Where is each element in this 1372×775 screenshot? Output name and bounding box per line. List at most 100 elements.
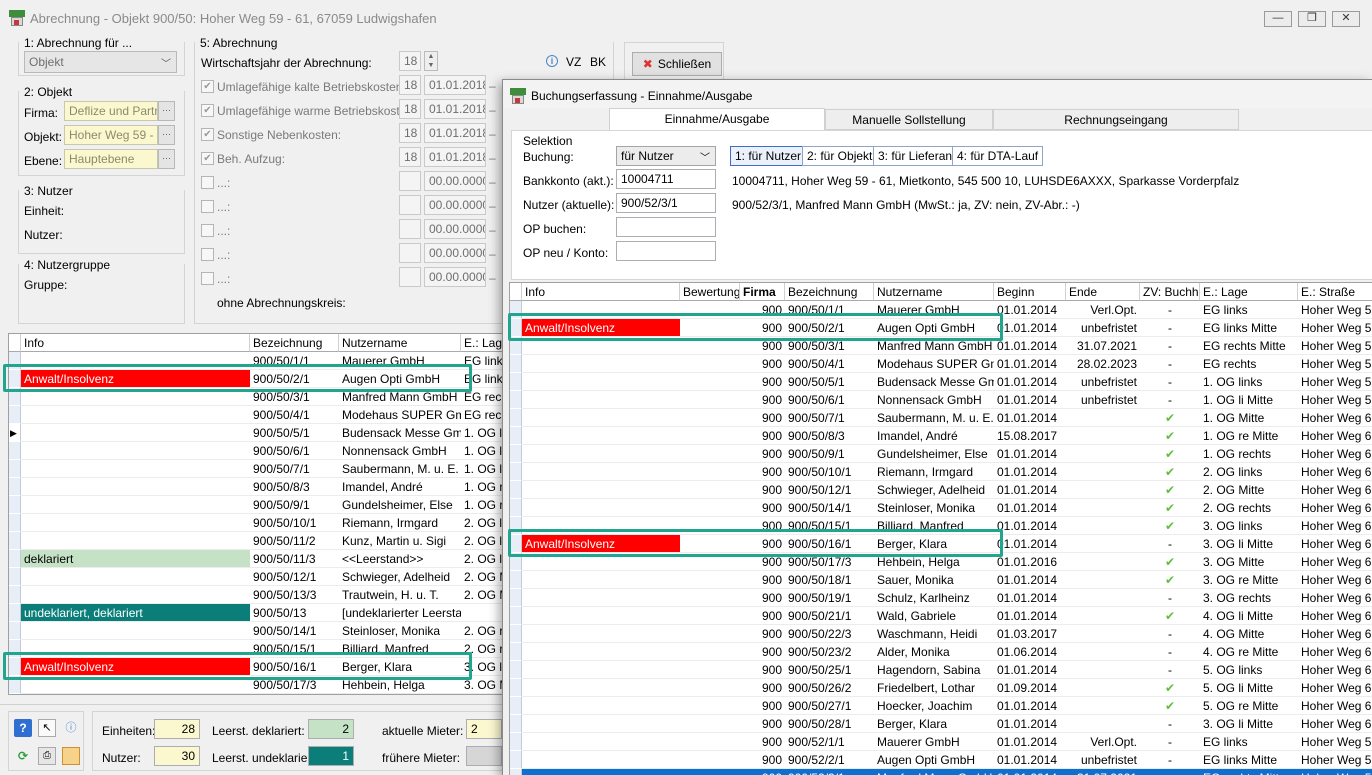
objekt-field[interactable]: Hoher Weg 59 - 61	[64, 125, 158, 145]
line-number-field[interactable]: 18	[399, 123, 421, 143]
table-row[interactable]: 900 900/50/10/1 Riemann, Irmgard 01.01.2014…	[510, 463, 1372, 481]
abrechnung-fuer-select[interactable]: Objekt ﹀	[24, 51, 177, 73]
ebene-field[interactable]: Hauptebene	[64, 149, 158, 169]
line-checkbox[interactable]: ✔	[201, 152, 214, 165]
line-date-field[interactable]: 00.00.0000	[424, 243, 486, 263]
line-checkbox[interactable]	[201, 248, 214, 261]
print-icon[interactable]: ⎙	[38, 747, 56, 765]
cursor-icon[interactable]: ↖	[38, 719, 56, 737]
table-row[interactable]: deklariert 900/50/11/3 <<Leerstand>> 2. OG …	[9, 550, 512, 568]
table-row[interactable]: 900/50/13/3Trautwein, H. u. T.2. OG Mitt…	[9, 586, 512, 604]
table-row[interactable]: 900 900/50/27/1 Hoecker, Joachim 01.01.2014…	[510, 697, 1372, 715]
table-row[interactable]: 900/50/10/1Riemann, Irmgard2. OG links	[9, 514, 512, 532]
column-header-ende[interactable]: Ende	[1066, 283, 1140, 301]
table-row[interactable]: 900 900/50/14/1 Steinloser, Monika 01.01.20…	[510, 499, 1372, 517]
table-row[interactable]: 900/50/6/1Nonnensack GmbH1. OG li Mitte	[9, 442, 512, 460]
link-fuer-dta-lauf[interactable]: 4: für DTA-Lauf	[952, 146, 1044, 166]
line-number-field[interactable]: 18	[399, 99, 421, 119]
tab-einnahme-ausgabe[interactable]: Einnahme/Ausgabe	[609, 108, 825, 131]
table-row[interactable]: 900900/50/5/1Budensack Messe GmbH01.01.2…	[510, 373, 1372, 391]
line-checkbox[interactable]	[201, 224, 214, 237]
table-row[interactable]: 900 900/50/18/1 Sauer, Monika 01.01.2014 ✔ 3.…	[510, 571, 1372, 589]
line-checkbox[interactable]: ✔	[201, 104, 214, 117]
table-row[interactable]: 900 900/50/23/2 Alder, Monika 01.06.2014 -4.…	[510, 643, 1372, 661]
export-icon[interactable]	[62, 747, 80, 765]
tab-rechnungseingang[interactable]: Rechnungseingang	[993, 109, 1239, 130]
line-number-field[interactable]	[399, 243, 421, 263]
line-date-field[interactable]: 01.01.2018	[424, 147, 486, 167]
column-header-info[interactable]: Info	[21, 334, 250, 352]
table-row[interactable]: 900/50/7/1Saubermann, M. u. E.1. OG li M…	[9, 460, 512, 478]
info-small-icon[interactable]: ⓘ	[62, 719, 80, 737]
line-number-field[interactable]	[399, 195, 421, 215]
table-row[interactable]: 900 900/50/25/1 Hagendorn, Sabina 01.01.201…	[510, 661, 1372, 679]
line-number-field[interactable]	[399, 171, 421, 191]
line-date-field[interactable]: 00.00.0000	[424, 219, 486, 239]
column-header-firma[interactable]: Firma	[740, 283, 785, 301]
table-row[interactable]: ▶900/50/5/1Budensack Messe GmbH1. OG lin…	[9, 424, 512, 442]
column-header-name[interactable]: Nutzername	[339, 334, 461, 352]
line-date-field[interactable]: 01.01.2018	[424, 75, 486, 95]
table-row[interactable]: 900 900/50/19/1 Schulz, Karlheinz 01.01.201…	[510, 589, 1372, 607]
objekt-picker-button[interactable]: ···	[158, 125, 175, 145]
line-date-field[interactable]: 01.01.2018	[424, 123, 486, 143]
column-header-beginn[interactable]: Beginn	[994, 283, 1066, 301]
firma-field[interactable]: Deflize und Partne	[64, 101, 158, 121]
link-fuer-lieferant[interactable]: 3: für Lieferant	[873, 146, 961, 166]
buchung-select[interactable]: für Nutzer ﹀	[616, 146, 716, 166]
line-checkbox[interactable]	[201, 272, 214, 285]
nutzer-aktuell-field[interactable]: 900/52/3/1	[616, 193, 716, 213]
table-row[interactable]: 900900/50/4/1Modehaus SUPER Gmbl01.01.20…	[510, 355, 1372, 373]
link-fuer-nutzer[interactable]: 1: für Nutzer	[730, 146, 807, 166]
table-row[interactable]: 900 900/52/1/1 Mauerer GmbH 01.01.2014 Verl.…	[510, 733, 1372, 751]
table-row[interactable]: 900/50/14/1Steinloser, Monika2. OG recht…	[9, 622, 512, 640]
table-row[interactable]: 900 900/50/21/1 Wald, Gabriele 01.01.2014 ✔ 4…	[510, 607, 1372, 625]
close-window-button[interactable]: ✕	[1332, 11, 1360, 27]
column-header-zv[interactable]: ZV: Buchh.	[1140, 283, 1200, 301]
wirtschaftsjahr-field[interactable]: 18	[399, 51, 421, 71]
table-row[interactable]: 900 900/50/8/3 Imandel, André 15.08.2017 ✔ 1.…	[510, 427, 1372, 445]
column-header-lage[interactable]: E.: Lage	[1200, 283, 1298, 301]
restore-button[interactable]: ❐	[1298, 11, 1326, 27]
table-row[interactable]: undeklariert, deklariert 900/50/13 [undekl…	[9, 604, 512, 622]
line-number-field[interactable]: 18	[399, 75, 421, 95]
op-buchen-field[interactable]	[616, 217, 716, 237]
column-header-bew[interactable]: Bewertung	[680, 283, 740, 301]
table-row[interactable]: 900/50/9/1Gundelsheimer, Else1. OG recht…	[9, 496, 512, 514]
line-date-field[interactable]: 00.00.0000	[424, 195, 486, 215]
table-row[interactable]: 900 900/50/12/1 Schwieger, Adelheid 01.01.2…	[510, 481, 1372, 499]
line-number-field[interactable]: 18	[399, 147, 421, 167]
table-row[interactable]: 900/50/8/3Imandel, André1. OG re Mitte	[9, 478, 512, 496]
line-checkbox[interactable]: ✔	[201, 128, 214, 141]
ebene-picker-button[interactable]: ···	[158, 149, 175, 169]
table-row[interactable]: 900/50/11/2Kunz, Martin u. Sigi2. OG li …	[9, 532, 512, 550]
table-row[interactable]: 900 900/50/7/1 Saubermann, M. u. E. 01.01.2…	[510, 409, 1372, 427]
table-row[interactable]: 900900/52/3/1Manfred Mann GmbH01.01.2014…	[510, 769, 1372, 775]
tab-manuelle-sollstellung[interactable]: Manuelle Sollstellung	[825, 109, 993, 130]
column-header-str[interactable]: E.: Straße	[1298, 283, 1372, 301]
help-icon[interactable]: ?	[14, 719, 32, 737]
op-neu-field[interactable]	[616, 241, 716, 261]
table-row[interactable]: 900 900/50/26/2 Friedelbert, Lothar 01.09.2…	[510, 679, 1372, 697]
line-date-field[interactable]: 01.01.2018	[424, 99, 486, 119]
table-row[interactable]: 900/50/12/1Schwieger, Adelheid2. OG Mitt…	[9, 568, 512, 586]
info-icon[interactable]: i	[546, 55, 558, 67]
table-row[interactable]: 900/50/4/1 Modehaus SUPER Gmb EG rechts	[9, 406, 512, 424]
table-row[interactable]: 900 900/52/2/1 Augen Opti GmbH 01.01.2014 un…	[510, 751, 1372, 769]
line-checkbox[interactable]	[201, 200, 214, 213]
table-row[interactable]: 900 900/50/6/1 Nonnensack GmbH 01.01.2014 un…	[510, 391, 1372, 409]
column-header-bez[interactable]: Bezeichnung	[785, 283, 874, 301]
refresh-icon[interactable]: ⟳	[14, 747, 32, 765]
line-date-field[interactable]: 00.00.0000	[424, 267, 486, 287]
line-number-field[interactable]	[399, 267, 421, 287]
bankkonto-field[interactable]: 10004711	[616, 169, 716, 189]
line-number-field[interactable]	[399, 219, 421, 239]
line-date-field[interactable]: 00.00.0000	[424, 171, 486, 191]
wirtschaftsjahr-spinner[interactable]: ▲ ▼	[424, 51, 438, 71]
firma-picker-button[interactable]: ···	[158, 101, 175, 121]
table-row[interactable]: 900 900/50/22/3 Waschmann, Heidi 01.03.2017…	[510, 625, 1372, 643]
column-header-bez[interactable]: Bezeichnung	[250, 334, 339, 352]
line-checkbox[interactable]: ✔	[201, 80, 214, 93]
table-row[interactable]: 900 900/50/9/1 Gundelsheimer, Else 01.01.20…	[510, 445, 1372, 463]
minimize-button[interactable]: —	[1264, 11, 1292, 27]
